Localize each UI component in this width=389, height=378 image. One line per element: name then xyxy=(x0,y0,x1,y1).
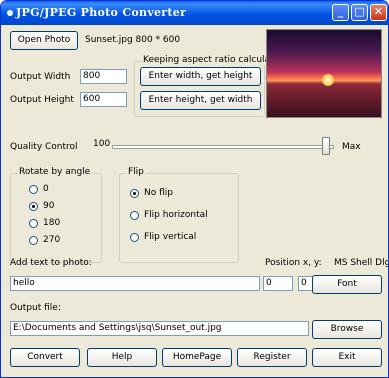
quality-slider-thumb[interactable] xyxy=(322,137,330,155)
quality-max-label: Max xyxy=(342,142,361,152)
flip-label-none: No flip xyxy=(144,188,173,198)
minimize-button[interactable]: _ xyxy=(332,4,349,21)
client-area: Open Photo Sunset.jpg 800 * 600 Output W… xyxy=(4,25,388,376)
flip-radio-none[interactable] xyxy=(130,189,139,198)
browse-button[interactable]: Browse xyxy=(312,320,382,339)
exit-button[interactable]: Exit xyxy=(312,348,382,367)
rotate-radio-90[interactable] xyxy=(29,202,38,211)
quality-slider-track[interactable]: 100 xyxy=(93,139,334,149)
flip-label-vertical: Flip vertical xyxy=(144,232,197,242)
quality-label: Quality Control xyxy=(10,142,78,152)
output-file-label: Output file: xyxy=(10,303,61,313)
close-button[interactable]: ✕ xyxy=(370,4,387,21)
open-photo-button[interactable]: Open Photo xyxy=(10,31,78,50)
rotate-group: Rotate by angle 0 90 180 270 xyxy=(10,167,102,263)
output-height-input[interactable]: 600 xyxy=(80,92,127,107)
overlay-text-input[interactable]: hello xyxy=(10,276,260,291)
rotate-radio-180[interactable] xyxy=(29,219,38,228)
file-info: Sunset.jpg 800 * 600 xyxy=(85,35,181,45)
title-bar[interactable]: JPG/JPEG Photo Converter _ □ ✕ xyxy=(1,1,388,25)
height-get-width-button[interactable]: Enter height, get width xyxy=(140,91,261,110)
maximize-button[interactable]: □ xyxy=(351,4,368,21)
quality-value: 100 xyxy=(93,139,111,149)
font-button[interactable]: Font xyxy=(312,275,382,294)
output-width-input[interactable]: 800 xyxy=(80,69,127,84)
aspect-ratio-title: Keeping aspect ratio calculator xyxy=(141,55,285,65)
app-window: JPG/JPEG Photo Converter _ □ ✕ Open Phot… xyxy=(0,0,389,378)
rotate-radio-0[interactable] xyxy=(29,185,38,194)
add-text-label: Add text to photo: xyxy=(10,258,92,268)
rotate-title: Rotate by angle xyxy=(17,167,93,177)
rotate-label-0: 0 xyxy=(43,184,49,194)
flip-label-horizontal: Flip horizontal xyxy=(144,210,208,220)
window-title: JPG/JPEG Photo Converter xyxy=(16,6,187,19)
output-path-input[interactable]: E:\Documents and Settings\jsq\Sunset_out… xyxy=(10,321,309,336)
flip-group: Flip No flip Flip horizontal Flip vertic… xyxy=(119,167,239,263)
rotate-radio-270[interactable] xyxy=(29,236,38,245)
convert-button[interactable]: Convert xyxy=(10,348,80,367)
width-get-height-button[interactable]: Enter width, get height xyxy=(140,67,261,86)
register-button[interactable]: Register xyxy=(237,348,307,367)
rotate-label-180: 180 xyxy=(43,218,61,228)
app-icon xyxy=(7,10,13,16)
sunset-image xyxy=(322,74,334,86)
output-width-label: Output Width xyxy=(10,72,71,82)
rotate-label-90: 90 xyxy=(43,201,55,211)
rotate-label-270: 270 xyxy=(43,235,61,245)
font-name-label: MS Shell Dlg 2 xyxy=(334,258,389,268)
help-button[interactable]: Help xyxy=(87,348,157,367)
position-label: Position x, y: xyxy=(265,258,322,268)
position-x-input[interactable]: 0 xyxy=(263,276,293,291)
photo-preview xyxy=(266,29,382,118)
output-height-label: Output Height xyxy=(10,95,74,105)
flip-radio-horizontal[interactable] xyxy=(130,211,139,220)
homepage-button[interactable]: HomePage xyxy=(162,348,232,367)
flip-radio-vertical[interactable] xyxy=(130,233,139,242)
flip-title: Flip xyxy=(126,167,146,177)
